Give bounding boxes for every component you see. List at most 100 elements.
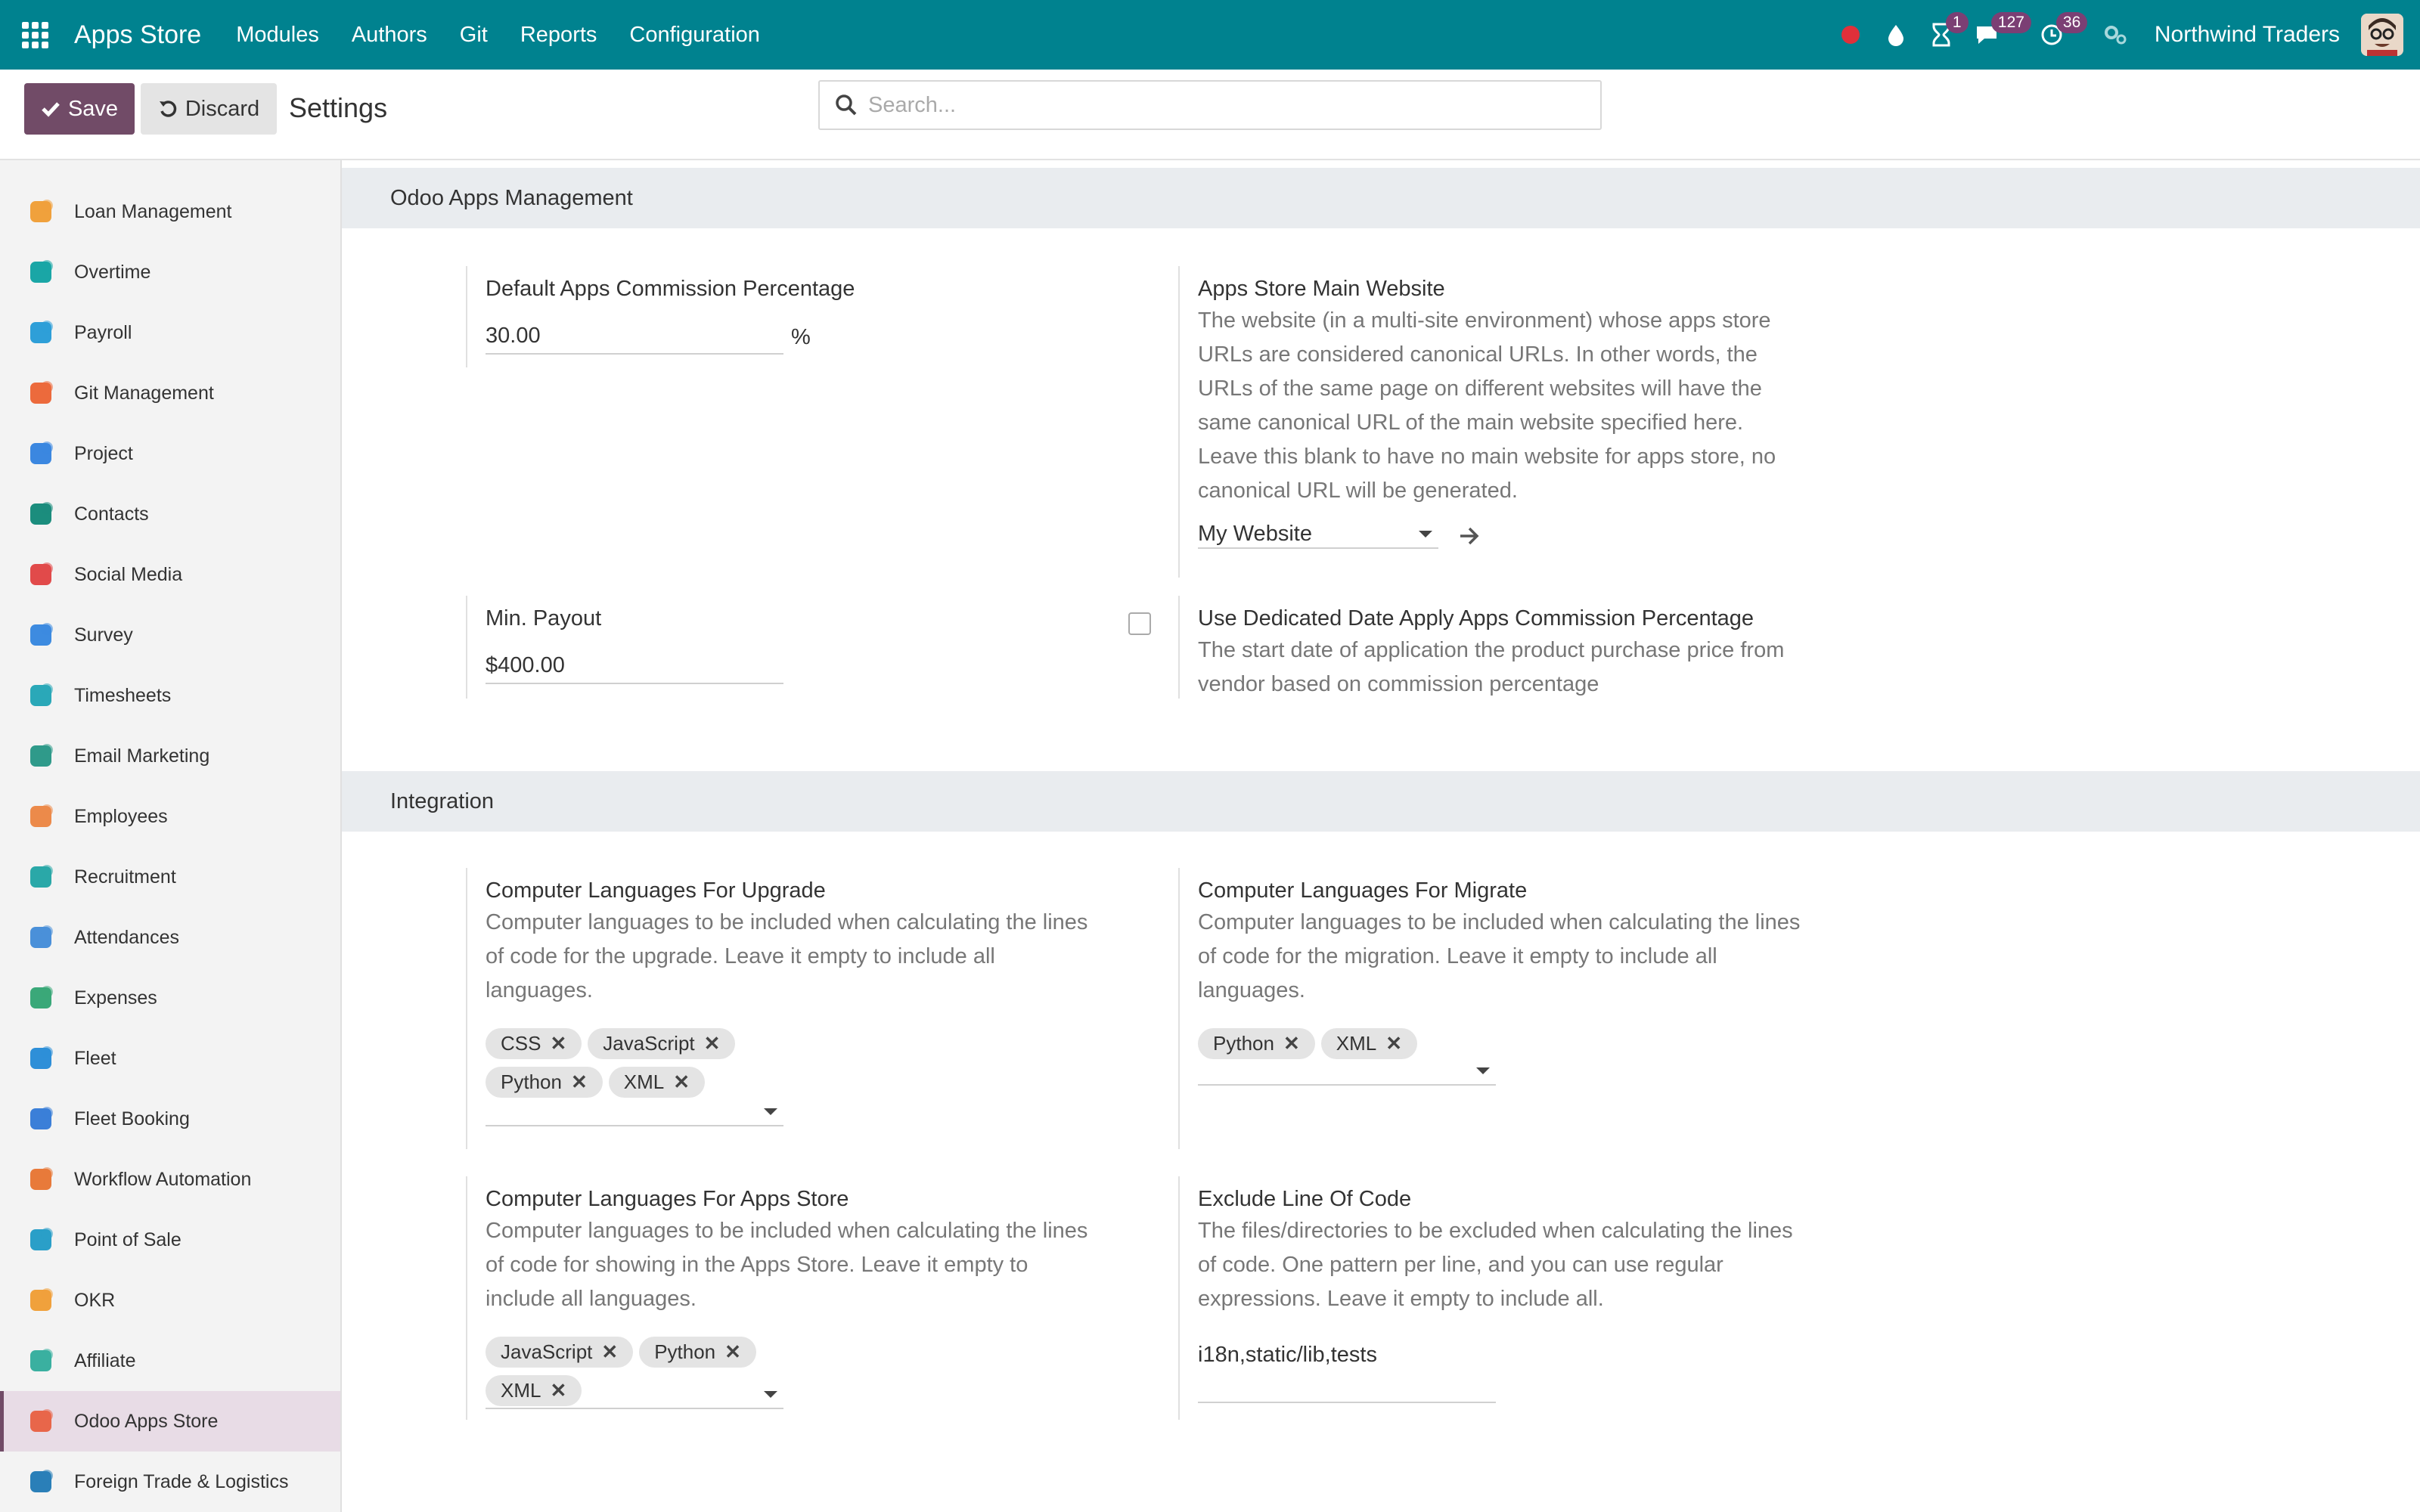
sidebar-item-overtime[interactable]: Overtime [0,242,340,302]
workflow-icon [26,1164,56,1194]
lang-upgrade-select[interactable] [486,1096,783,1126]
nav-menu-authors[interactable]: Authors [352,23,427,48]
search-box[interactable] [818,80,1602,130]
sidebar-item-label: Survey [74,624,133,646]
sidebar-item-okr[interactable]: OKR [0,1270,340,1331]
sidebar-item-fleet[interactable]: Fleet [0,1028,340,1089]
section-integration: Integration [342,771,2420,832]
discard-button[interactable]: Discard [141,83,277,135]
sidebar-item-odoo-apps-store[interactable]: Odoo Apps Store [0,1391,340,1452]
hourglass-icon[interactable]: 1 [1919,0,1969,70]
tag-label: JavaScript [603,1032,695,1055]
top-navbar: Apps Store Modules Authors Git Reports Confi… [0,0,2420,70]
nav-menu-git[interactable]: Git [460,23,488,48]
remove-tag-icon[interactable]: ✕ [571,1070,588,1094]
sidebar-item-payroll[interactable]: Payroll [0,302,340,363]
okr-icon [26,1285,56,1315]
breadcrumb: Settings [289,92,388,123]
remove-tag-icon[interactable]: ✕ [724,1340,741,1364]
setting-main-website: Apps Store Main Website The website (in … [1178,266,1859,584]
lang-migrate-select[interactable] [1198,1055,1496,1086]
remove-tag-icon[interactable]: ✕ [1283,1032,1300,1055]
user-avatar[interactable] [2361,14,2403,56]
sidebar-item-attendances[interactable]: Attendances [0,907,340,968]
droplet-icon[interactable] [1873,0,1919,70]
gears-icon[interactable] [2093,0,2138,70]
remove-tag-icon[interactable]: ✕ [673,1070,690,1094]
survey-icon [26,620,56,650]
remove-tag-icon[interactable]: ✕ [601,1340,618,1364]
setting-divider [466,868,467,1149]
nav-menu-configuration[interactable]: Configuration [629,23,760,48]
min-payout-input[interactable] [486,653,783,684]
sidebar-item-label: Foreign Trade & Logistics [74,1470,289,1492]
sidebar-item-git-management[interactable]: Git Management [0,363,340,423]
dedicated-date-checkbox[interactable] [1128,612,1151,635]
sidebar-item-label: Fleet [74,1047,116,1069]
nav-menu-reports[interactable]: Reports [520,23,597,48]
lang-store-label: Computer Languages For Apps Store [486,1187,849,1211]
sidebar-item-survey[interactable]: Survey [0,605,340,665]
sidebar-item-point-of-sale[interactable]: Point of Sale [0,1210,340,1270]
chat-icon[interactable]: 127 [1964,0,2031,70]
loan-icon [26,197,56,227]
sidebar-item-expenses[interactable]: Expenses [0,968,340,1028]
undo-icon [159,101,177,117]
company-name[interactable]: Northwind Traders [2155,22,2340,48]
sidebar-item-timesheets[interactable]: Timesheets [0,665,340,726]
tag-css: CSS ✕ [486,1028,582,1059]
car-icon [26,1043,56,1074]
remove-tag-icon[interactable]: ✕ [704,1032,721,1055]
sidebar-item-email-marketing[interactable]: Email Marketing [0,726,340,786]
exclude-loc-label: Exclude Line Of Code [1198,1187,1412,1211]
employees-icon [26,801,56,832]
sidebar-item-label: OKR [74,1289,116,1311]
timer-icon[interactable]: 36 [2029,0,2088,70]
check-icon [42,102,60,117]
min-payout-label: Min. Payout [486,606,602,631]
save-button[interactable]: Save [24,83,135,135]
sidebar-item-social-media[interactable]: Social Media [0,544,340,605]
lang-store-select[interactable] [486,1379,783,1409]
sidebar-item-label: Loan Management [74,200,232,222]
rocket-icon [26,438,56,469]
lang-upgrade-tags: CSS ✕ JavaScript ✕ Python ✕ XML ✕ [486,1028,788,1105]
systray: 1 127 36 Northwind Traders [1828,0,2420,70]
git-icon [26,378,56,408]
tag-label: XML [623,1070,665,1093]
remove-tag-icon[interactable]: ✕ [550,1032,566,1055]
sidebar-item-contacts[interactable]: Contacts [0,484,340,544]
sidebar-item-label: Attendances [74,926,179,948]
arrow-right-icon[interactable] [1458,526,1481,546]
sidebar-item-foreign-trade-logistics[interactable]: Foreign Trade & Logistics [0,1452,340,1512]
sidebar-item-fleet-booking[interactable]: Fleet Booking [0,1089,340,1149]
sidebar-item-project[interactable]: Project [0,423,340,484]
sidebar-item-recruitment[interactable]: Recruitment [0,847,340,907]
section-apps-management: Odoo Apps Management [342,168,2420,228]
sidebar-item-loan-management[interactable]: Loan Management [0,181,340,242]
exclude-loc-textarea[interactable]: i18n,static/lib,tests [1198,1340,1496,1403]
tag-label: Python [501,1070,562,1093]
timesheet-icon [26,680,56,711]
app-menu-icon[interactable] [0,0,70,70]
tag-label: Python [1213,1032,1274,1055]
save-label: Save [67,96,119,121]
tag-label: Python [654,1340,716,1363]
sidebar-item-workflow-automation[interactable]: Workflow Automation [0,1149,340,1210]
sidebar-item-affiliate[interactable]: Affiliate [0,1331,340,1391]
apps-store-icon [26,1406,56,1436]
setting-divider [466,1176,467,1420]
main-website-select[interactable]: My Website [1198,519,1438,549]
remove-tag-icon[interactable]: ✕ [1385,1032,1402,1055]
recording-icon[interactable] [1828,0,1873,70]
sidebar-item-label: Affiliate [74,1349,136,1371]
discard-label: Discard [185,96,260,121]
sidebar-item-label: Recruitment [74,866,176,888]
nav-menu-modules[interactable]: Modules [236,23,319,48]
setting-commission: Default Apps Commission Percentage % [466,266,1146,493]
sidebar-item-label: Project [74,442,133,464]
commission-input[interactable] [486,324,783,355]
app-brand[interactable]: Apps Store [74,20,201,50]
sidebar-item-employees[interactable]: Employees [0,786,340,847]
search-input[interactable] [867,91,1547,119]
